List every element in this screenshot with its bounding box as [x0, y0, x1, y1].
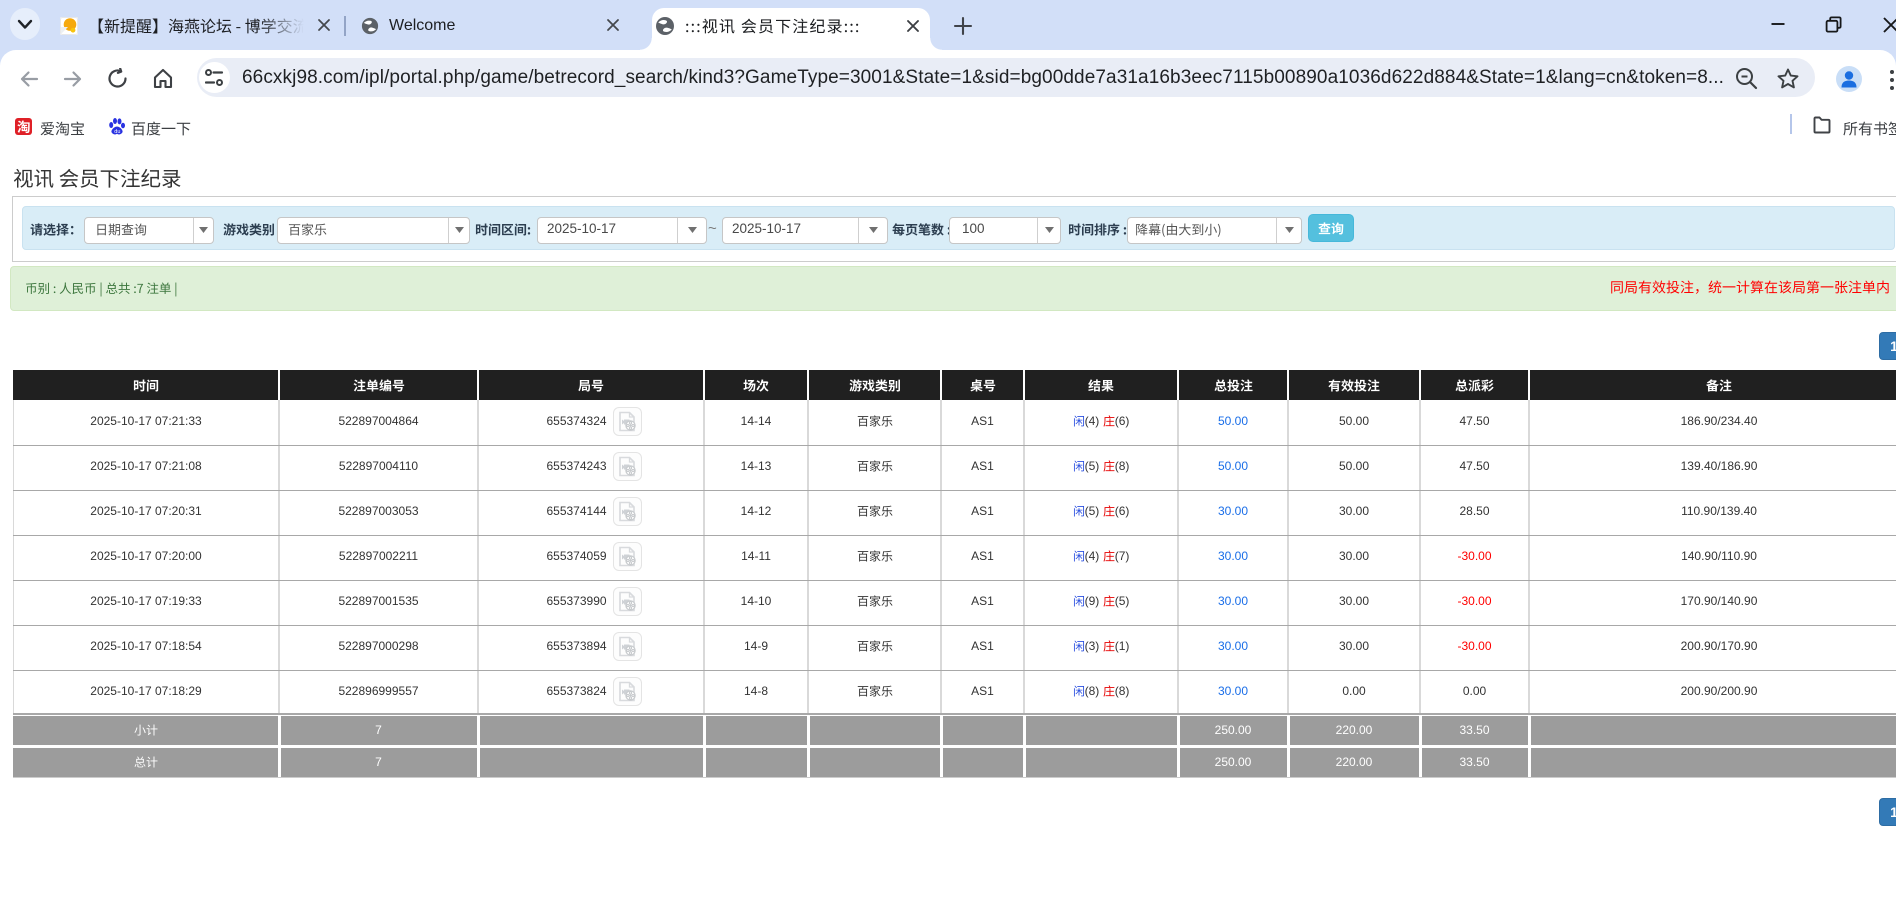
- svg-text:du: du: [114, 129, 120, 135]
